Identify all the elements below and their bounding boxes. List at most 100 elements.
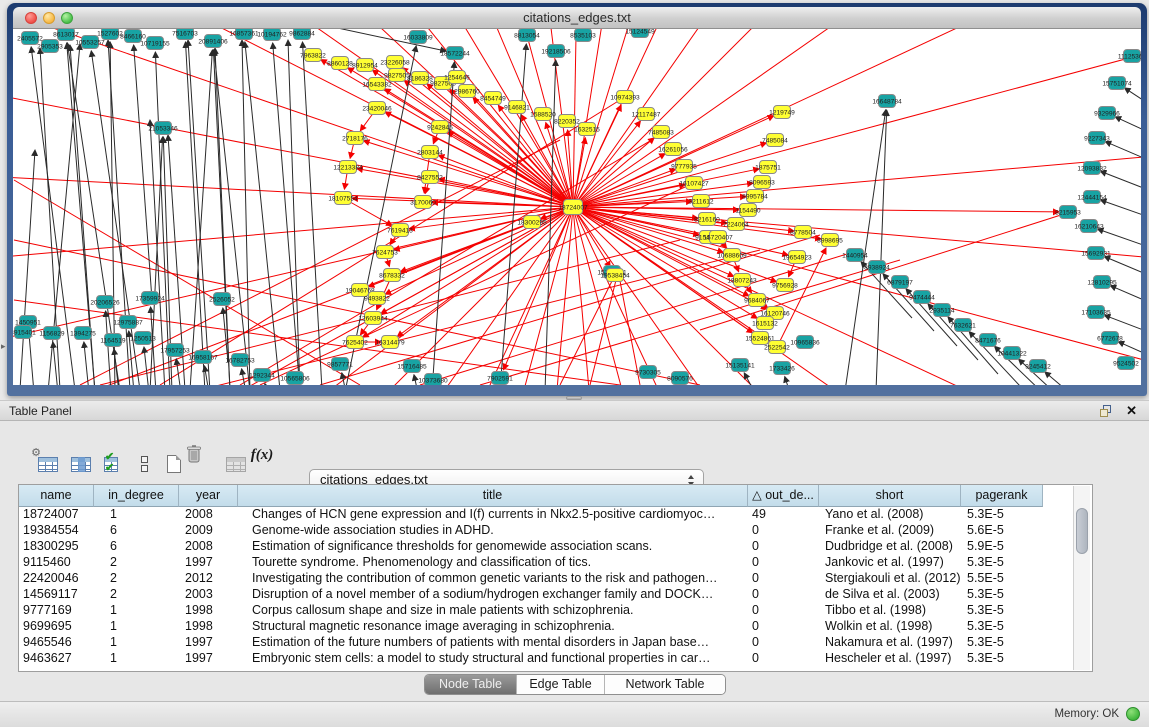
network-node[interactable]: 7485084 <box>762 134 788 147</box>
network-node[interactable]: 15124549 <box>625 29 655 38</box>
network-node[interactable]: 10974393 <box>610 91 640 104</box>
network-node[interactable]: 9146821 <box>504 101 530 114</box>
column-header-pagerank[interactable]: pagerank <box>961 485 1043 507</box>
delete-column-button[interactable] <box>180 441 208 469</box>
network-node[interactable]: 9227343 <box>1084 132 1110 145</box>
network-node[interactable]: 1164519 <box>100 334 126 347</box>
network-node[interactable]: 8938924 <box>864 261 890 274</box>
new-column-button[interactable] <box>150 441 178 469</box>
network-node[interactable]: 20206526 <box>90 296 120 309</box>
network-node[interactable]: 7632621 <box>950 319 976 332</box>
network-node[interactable]: 2803144 <box>417 146 443 159</box>
network-node[interactable]: 9524502 <box>1113 357 1139 370</box>
network-node[interactable]: 20891406 <box>198 35 228 48</box>
network-node[interactable]: 12213384 <box>333 161 363 174</box>
network-node[interactable]: 15751074 <box>1102 77 1132 90</box>
table-row[interactable]: 1938455462009Genome-wide association stu… <box>19 523 1043 539</box>
table-row[interactable]: 2242004622012Investigating the contribut… <box>19 571 1043 587</box>
stacked-boxes-button[interactable] <box>120 441 148 469</box>
table-row[interactable]: 946554611997Estimation of the future num… <box>19 635 1043 651</box>
network-node[interactable]: 8813054 <box>514 29 540 42</box>
network-node[interactable]: 9474444 <box>909 291 935 304</box>
network-node[interactable]: 1154490 <box>735 204 761 217</box>
vertical-scrollbar[interactable] <box>1073 486 1090 670</box>
function-builder-button[interactable]: f(x) <box>245 441 279 469</box>
network-node[interactable]: 17957253 <box>160 344 190 357</box>
network-node[interactable]: 7963822 <box>300 49 326 62</box>
network-node[interactable]: 8215953 <box>1055 206 1081 219</box>
network-node[interactable]: 8535103 <box>570 29 596 42</box>
network-node[interactable]: 9862884 <box>289 29 315 40</box>
tab-node-table[interactable]: Node Table <box>425 675 517 694</box>
scrollbar-thumb[interactable] <box>1076 508 1088 554</box>
network-node[interactable]: 1588520 <box>530 108 556 121</box>
network-node[interactable]: 7624753 <box>372 246 398 259</box>
network-node[interactable]: 16648784 <box>872 95 902 108</box>
table-row[interactable]: 911546021997Tourette syndrome. Phenomeno… <box>19 555 1043 571</box>
table-row[interactable]: 1456911722003Disruption of a novel membe… <box>19 587 1043 603</box>
network-node[interactable]: 2526052 <box>209 293 235 306</box>
network-node[interactable]: 9730305 <box>635 366 661 379</box>
network-node[interactable]: 21053346 <box>148 122 178 135</box>
network-node[interactable]: 15716485 <box>397 360 427 373</box>
network-node[interactable]: 6879197 <box>887 276 913 289</box>
network-node[interactable]: 16210643 <box>1074 220 1104 233</box>
network-node[interactable]: 12117487 <box>632 108 661 121</box>
network-node[interactable]: 10373680 <box>418 374 448 386</box>
network-node[interactable]: 7224064 <box>723 218 749 231</box>
network-graph[interactable]: 2405572290535386130171055325715276028466… <box>13 29 1141 385</box>
close-panel-icon[interactable]: ✕ <box>1126 403 1137 419</box>
network-node[interactable]: 7516703 <box>172 29 198 40</box>
network-node[interactable]: 2718176 <box>342 132 368 145</box>
network-node[interactable]: 9857771 <box>327 358 353 371</box>
network-node[interactable]: 8096593 <box>749 176 775 189</box>
column-header-out_de[interactable]: △ out_de... <box>748 485 819 507</box>
column-header-name[interactable]: name <box>19 485 94 507</box>
network-node[interactable]: 10194762 <box>257 29 287 41</box>
row-selection-button[interactable]: ✔✔ <box>90 441 118 469</box>
network-node[interactable]: 16857361 <box>229 29 259 40</box>
network-node[interactable]: 8427552 <box>417 171 443 184</box>
network-window-titlebar[interactable]: citations_edges.txt <box>13 7 1141 29</box>
network-node[interactable]: 17103635 <box>1081 306 1111 319</box>
network-node[interactable]: 2935114 <box>929 304 955 317</box>
column-header-in_degree[interactable]: in_degree <box>94 485 179 507</box>
network-node[interactable]: 9245412 <box>1025 360 1051 373</box>
delete-table-button[interactable] <box>212 441 240 469</box>
network-node[interactable]: 19654923 <box>782 251 812 264</box>
network-node[interactable]: 1875751 <box>755 161 781 174</box>
network-node[interactable]: 1394275 <box>70 327 96 340</box>
network-node[interactable]: 19218506 <box>541 45 571 58</box>
network-node[interactable]: 2986760 <box>454 85 480 98</box>
network-node[interactable]: 10441322 <box>997 347 1027 360</box>
network-node[interactable]: 8454749 <box>480 92 506 105</box>
network-node[interactable]: 8998695 <box>817 234 843 247</box>
table-row[interactable]: 969969511998Structural magnetic resonanc… <box>19 619 1043 635</box>
network-node[interactable]: 18107554 <box>328 192 358 205</box>
network-node[interactable]: 8912954 <box>352 59 378 72</box>
panel-collapse-arrow[interactable]: ▸ <box>1 341 6 352</box>
tab-network-table[interactable]: Network Table <box>605 675 725 694</box>
column-header-year[interactable]: year <box>179 485 238 507</box>
table-row[interactable]: 977716911998Corpus callosum shape and si… <box>19 603 1043 619</box>
float-panel-icon[interactable] <box>1100 405 1113 418</box>
network-node[interactable]: 1156829 <box>39 327 65 340</box>
network-node[interactable]: 1733426 <box>769 362 795 375</box>
network-node[interactable]: 10965836 <box>790 336 820 349</box>
table-row[interactable]: 1830029562008Estimation of significance … <box>19 539 1043 555</box>
table-mode-button[interactable]: ⚙ <box>24 441 52 469</box>
tab-edge-table[interactable]: Edge Table <box>517 675 605 694</box>
network-canvas[interactable]: 2405572290535386130171055325715276028466… <box>13 29 1141 385</box>
network-node[interactable]: 23226058 <box>380 56 410 69</box>
network-node[interactable]: 3170060 <box>410 196 436 209</box>
table-row[interactable]: 946362711997Embryonic stem cells: a mode… <box>19 651 1043 667</box>
memory-status-indicator[interactable] <box>1126 707 1140 721</box>
column-header-title[interactable]: title <box>238 485 748 507</box>
network-node[interactable]: 8860128 <box>327 57 353 70</box>
network-node[interactable]: 12444154 <box>1077 191 1107 204</box>
table-row[interactable]: 1872400712008Changes of HCN gene express… <box>19 507 1043 523</box>
network-node[interactable]: 15135141 <box>725 359 755 372</box>
column-header-short[interactable]: short <box>819 485 961 507</box>
network-node[interactable]: 3211612 <box>688 195 714 208</box>
show-columns-button[interactable] <box>57 441 85 469</box>
